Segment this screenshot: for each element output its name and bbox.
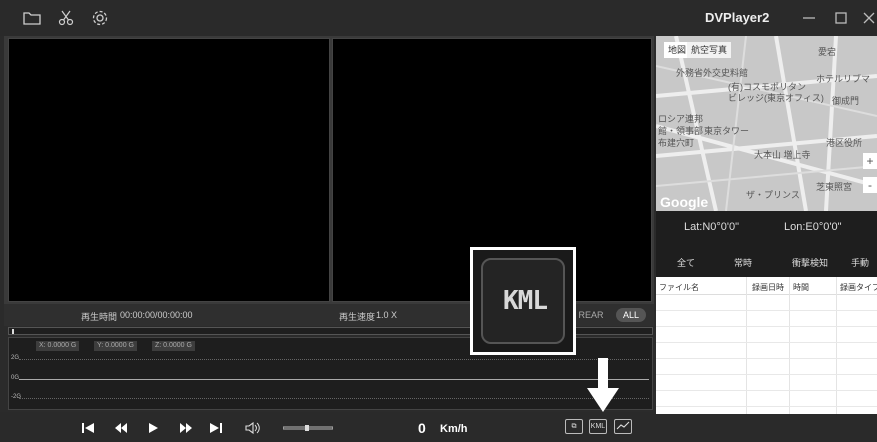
screen-capture-button[interactable]: ⧉ <box>565 419 583 434</box>
playback-time-label: 再生時間 <box>81 312 118 322</box>
map-label: 港区役所 <box>826 138 863 148</box>
close-icon[interactable] <box>860 9 877 27</box>
fast-forward-icon[interactable] <box>179 422 193 434</box>
rewind-icon[interactable] <box>114 422 128 434</box>
table-row[interactable] <box>656 391 877 407</box>
longitude: Lon:E0°0'0" <box>784 221 842 233</box>
table-row[interactable] <box>656 375 877 391</box>
scissors-icon[interactable] <box>57 9 75 27</box>
skip-end-icon[interactable] <box>209 422 223 434</box>
map-label: 外務省外交史料館 <box>676 68 749 78</box>
down-arrow-icon <box>587 358 619 412</box>
gsensor-scale-bottom: -2G <box>11 394 22 400</box>
column-duration[interactable]: 時間 <box>793 282 809 293</box>
table-row[interactable] <box>656 311 877 327</box>
map-label: 布建穴町 <box>658 138 695 148</box>
map-label: 東京タワー <box>704 126 750 136</box>
speed-value: 0 <box>418 420 426 436</box>
map-label: ザ・プリンス <box>746 190 800 200</box>
filter-all[interactable]: 全て <box>677 256 695 269</box>
table-row[interactable] <box>656 359 877 375</box>
skip-start-icon[interactable] <box>81 422 95 434</box>
minimize-icon[interactable] <box>800 9 818 27</box>
playback-speed-value: 1.0 X <box>376 310 398 320</box>
kml-callout-text: KML <box>503 286 548 316</box>
column-type[interactable]: 録画タイプ <box>840 282 877 293</box>
map-panel[interactable]: 地図 航空写真 外務省外交史料館 (有)コスモポリタン ビレッジ(東京オフィス)… <box>656 36 877 211</box>
chart-view-button[interactable] <box>614 419 632 434</box>
map-label: 大本山 増上寺 <box>754 150 811 160</box>
column-filename[interactable]: ファイル名 <box>659 282 699 293</box>
gps-panel: Lat:N0°0'0" Lon:E0°0'0" <box>656 211 877 243</box>
volume-slider[interactable] <box>283 425 333 431</box>
title-bar: DVPlayer2 <box>0 0 877 36</box>
gsensor-z-label: Z: 0.0000 G <box>152 341 195 351</box>
kml-callout: KML <box>470 247 576 355</box>
gsensor-scale-top: 2G <box>11 355 20 361</box>
table-row[interactable] <box>656 327 877 343</box>
file-list-header: ファイル名 録画日時 時間 録画タイプ <box>656 277 877 295</box>
gsensor-gridline <box>19 398 649 399</box>
filter-manual[interactable]: 手動 <box>851 256 869 269</box>
gsensor-baseline <box>19 379 649 380</box>
map-label: 御成門 <box>832 96 860 106</box>
map-label: 愛宕 <box>818 47 837 57</box>
zoom-out-button[interactable]: - <box>863 177 877 193</box>
line-chart-icon <box>616 421 630 430</box>
gear-icon[interactable] <box>91 9 109 27</box>
gsensor-gridline <box>19 359 649 360</box>
google-logo: Google <box>660 194 709 210</box>
all-camera-button[interactable]: ALL <box>616 308 646 322</box>
playback-controls: 0 Km/h ⧉ KML <box>0 412 877 442</box>
latitude: Lat:N0°0'0" <box>684 221 740 233</box>
table-row[interactable] <box>656 343 877 359</box>
satellite-tab[interactable]: 航空写真 <box>687 42 732 58</box>
map-label: 芝東照宮 <box>816 182 853 192</box>
kml-export-button[interactable]: KML <box>589 419 607 434</box>
playback-time-value: 00:00:00/00:00:00 <box>120 310 193 320</box>
gsensor-y-label: Y: 0.0000 G <box>94 341 137 351</box>
maximize-icon[interactable] <box>832 9 850 27</box>
table-row[interactable] <box>656 295 877 311</box>
playback-speed-label: 再生速度 <box>339 312 376 322</box>
file-filter-tabs: 全て 常時 衝撃検知 手動 <box>656 243 877 277</box>
column-date[interactable]: 録画日時 <box>752 282 784 293</box>
speed-unit: Km/h <box>440 423 468 435</box>
file-list[interactable]: ファイル名 録画日時 時間 録画タイプ <box>656 277 877 414</box>
volume-icon[interactable] <box>245 421 261 435</box>
kml-callout-icon: KML <box>481 258 565 344</box>
app-title: DVPlayer2 <box>705 10 770 25</box>
gsensor-scale-mid: 0G <box>11 375 20 381</box>
folder-icon[interactable] <box>23 9 41 27</box>
gsensor-x-label: X: 0.0000 G <box>36 341 80 351</box>
filter-normal[interactable]: 常時 <box>734 256 752 269</box>
map-label: ホテルリブマ <box>816 74 871 84</box>
rear-camera-button[interactable]: REAR <box>576 308 606 322</box>
zoom-in-button[interactable]: + <box>863 153 877 169</box>
play-icon[interactable] <box>147 422 159 434</box>
progress-handle[interactable] <box>12 329 14 334</box>
filter-event[interactable]: 衝撃検知 <box>792 256 828 269</box>
map-label: ビレッジ(東京オフィス) <box>728 93 824 103</box>
front-video[interactable] <box>8 38 330 302</box>
